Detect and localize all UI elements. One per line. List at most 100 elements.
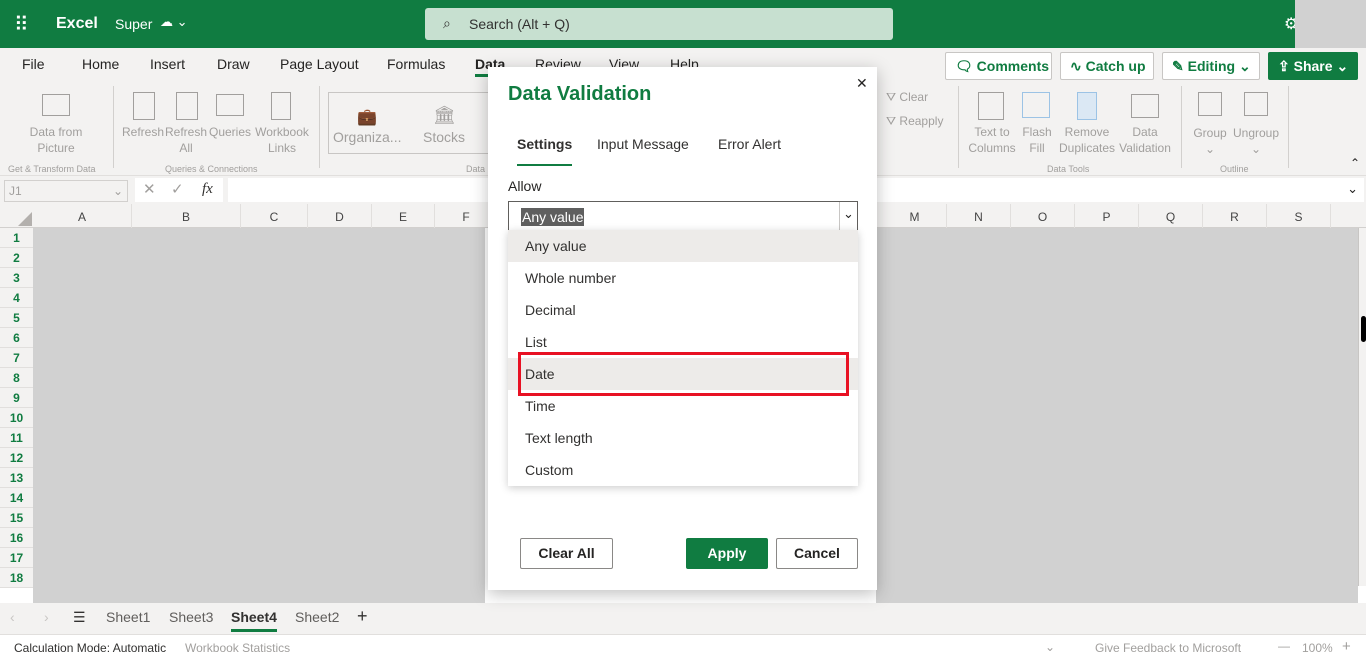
column-header[interactable]: Q: [1139, 204, 1203, 228]
chevron-down-icon[interactable]: ⌄: [1347, 181, 1358, 197]
close-icon[interactable]: ✕: [856, 75, 868, 92]
feedback-link[interactable]: Give Feedback to Microsoft: [1095, 641, 1241, 655]
fx-icon[interactable]: fx: [202, 181, 213, 198]
refresh-all-button[interactable]: Refresh All: [165, 124, 207, 156]
collapse-ribbon-icon[interactable]: ⌃: [1350, 156, 1360, 170]
reapply-filter-button[interactable]: ⛛ Reapply: [886, 113, 943, 129]
dropdown-option[interactable]: Text length: [508, 422, 858, 454]
group-label: Outline: [1220, 164, 1249, 174]
row-header[interactable]: 8: [0, 368, 33, 388]
row-header[interactable]: 10: [0, 408, 33, 428]
dropdown-option[interactable]: Custom: [508, 454, 858, 486]
add-sheet-icon[interactable]: +: [357, 606, 368, 627]
row-header[interactable]: 3: [0, 268, 33, 288]
comments-button[interactable]: 🗨 Comments: [945, 52, 1052, 80]
data-validation-button[interactable]: Data Validation: [1118, 124, 1172, 156]
row-header[interactable]: 1: [0, 228, 33, 248]
column-header[interactable]: B: [132, 204, 241, 228]
text-to-columns-button[interactable]: Text to Columns: [966, 124, 1018, 156]
chevron-down-icon[interactable]: ☁ ⌄: [160, 14, 188, 30]
tab-settings[interactable]: Settings: [517, 136, 573, 166]
column-header[interactable]: N: [947, 204, 1011, 228]
sheet-tab-active[interactable]: Sheet4: [231, 609, 277, 632]
avatar[interactable]: [1295, 0, 1366, 48]
catch-up-button[interactable]: ∿ Catch up: [1060, 52, 1154, 80]
zoom-in-icon[interactable]: +: [1342, 638, 1351, 655]
dropdown-option[interactable]: Whole number: [508, 262, 858, 294]
tab-home[interactable]: Home: [82, 56, 119, 72]
tab-insert[interactable]: Insert: [150, 56, 185, 72]
zoom-out-icon[interactable]: —: [1278, 639, 1290, 653]
row-header[interactable]: 17: [0, 548, 33, 568]
all-sheets-icon[interactable]: ☰: [73, 609, 86, 626]
organization-button[interactable]: Organiza...: [333, 129, 401, 145]
workbook-statistics[interactable]: Workbook Statistics: [185, 641, 290, 655]
check-icon[interactable]: ✓: [171, 180, 184, 198]
scrollbar-thumb[interactable]: [1361, 316, 1366, 342]
stocks-button[interactable]: Stocks: [423, 129, 465, 145]
refresh-button[interactable]: Refresh: [122, 124, 164, 140]
workbook-links-button[interactable]: Workbook Links: [253, 124, 311, 156]
ungroup-button[interactable]: Ungroup ⌄: [1230, 125, 1282, 157]
remove-duplicates-button[interactable]: Remove Duplicates: [1058, 124, 1116, 156]
clear-filter-button[interactable]: ⛛ Clear: [886, 89, 928, 105]
tab-input-message[interactable]: Input Message: [597, 136, 689, 152]
app-launcher-icon[interactable]: ⠿: [14, 12, 29, 37]
share-button[interactable]: ⇪ Share ⌄: [1268, 52, 1358, 80]
tab-page-layout[interactable]: Page Layout: [280, 56, 359, 72]
data-from-picture-button[interactable]: Data from Picture: [20, 124, 92, 156]
clear-all-button[interactable]: Clear All: [520, 538, 613, 569]
row-header[interactable]: 2: [0, 248, 33, 268]
chevron-down-icon[interactable]: ⌄: [1045, 640, 1055, 654]
sheet-tab[interactable]: Sheet1: [106, 609, 150, 625]
allow-select[interactable]: Any value ⌄: [508, 201, 858, 231]
column-header[interactable]: P: [1075, 204, 1139, 228]
column-header[interactable]: R: [1203, 204, 1267, 228]
dropdown-option[interactable]: Decimal: [508, 294, 858, 326]
row-header[interactable]: 18: [0, 568, 33, 588]
row-header[interactable]: 9: [0, 388, 33, 408]
group-button[interactable]: Group ⌄: [1192, 125, 1228, 157]
file-name[interactable]: Super: [115, 16, 152, 32]
row-header[interactable]: 16: [0, 528, 33, 548]
next-sheet-icon[interactable]: ›: [44, 609, 49, 625]
row-header[interactable]: 11: [0, 428, 33, 448]
chevron-down-icon[interactable]: ⌄: [839, 202, 857, 230]
prev-sheet-icon[interactable]: ‹: [10, 609, 15, 625]
row-header[interactable]: 13: [0, 468, 33, 488]
tab-formulas[interactable]: Formulas: [387, 56, 445, 72]
row-header[interactable]: 12: [0, 448, 33, 468]
divider: [1288, 86, 1289, 168]
search-input[interactable]: ⌕ Search (Alt + Q): [425, 8, 893, 40]
tab-file[interactable]: File: [22, 56, 45, 72]
row-header[interactable]: 4: [0, 288, 33, 308]
tab-error-alert[interactable]: Error Alert: [718, 136, 781, 152]
row-header[interactable]: 14: [0, 488, 33, 508]
data-types-gallery[interactable]: 💼 Organiza... 🏛 Stocks: [328, 92, 490, 154]
column-header[interactable]: O: [1011, 204, 1075, 228]
row-header[interactable]: 15: [0, 508, 33, 528]
column-header[interactable]: E: [372, 204, 435, 228]
row-header[interactable]: 6: [0, 328, 33, 348]
queries-button[interactable]: Queries: [208, 124, 252, 140]
dropdown-option[interactable]: Any value: [508, 230, 858, 262]
vertical-scrollbar[interactable]: [1358, 228, 1366, 586]
tab-draw[interactable]: Draw: [217, 56, 250, 72]
calc-mode[interactable]: Calculation Mode: Automatic: [14, 641, 166, 655]
cancel-button[interactable]: Cancel: [776, 538, 858, 569]
column-header[interactable]: M: [883, 204, 947, 228]
sheet-tab[interactable]: Sheet3: [169, 609, 213, 625]
sheet-tab[interactable]: Sheet2: [295, 609, 339, 625]
column-header[interactable]: A: [33, 204, 132, 228]
row-header[interactable]: 5: [0, 308, 33, 328]
flash-fill-button[interactable]: Flash Fill: [1020, 124, 1054, 156]
row-header[interactable]: 7: [0, 348, 33, 368]
column-header[interactable]: D: [308, 204, 372, 228]
editing-button[interactable]: ✎ Editing ⌄: [1162, 52, 1260, 80]
column-header[interactable]: S: [1267, 204, 1331, 228]
cancel-icon[interactable]: ✕: [143, 180, 156, 198]
select-all-icon[interactable]: [18, 212, 32, 226]
name-box[interactable]: J1 ⌄: [4, 180, 128, 202]
apply-button[interactable]: Apply: [686, 538, 768, 569]
column-header[interactable]: C: [241, 204, 308, 228]
